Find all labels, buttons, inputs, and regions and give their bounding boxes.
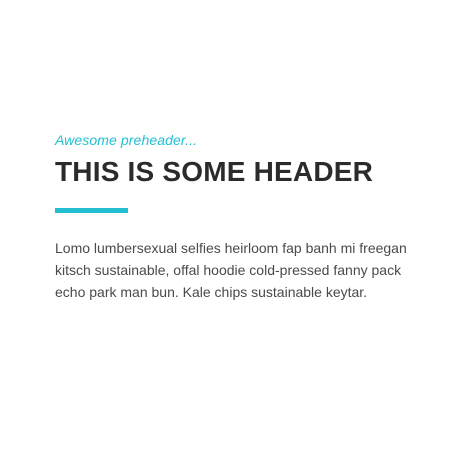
body-paragraph: Lomo lumbersexual selfies heirloom fap b…: [55, 240, 407, 300]
page-header: THIS IS SOME HEADER: [55, 156, 374, 187]
preheader-text: Awesome preheader...: [55, 132, 198, 148]
accent-divider: [55, 208, 128, 213]
hero-section: Awesome preheader... THIS IS SOME HEADER…: [55, 131, 415, 303]
